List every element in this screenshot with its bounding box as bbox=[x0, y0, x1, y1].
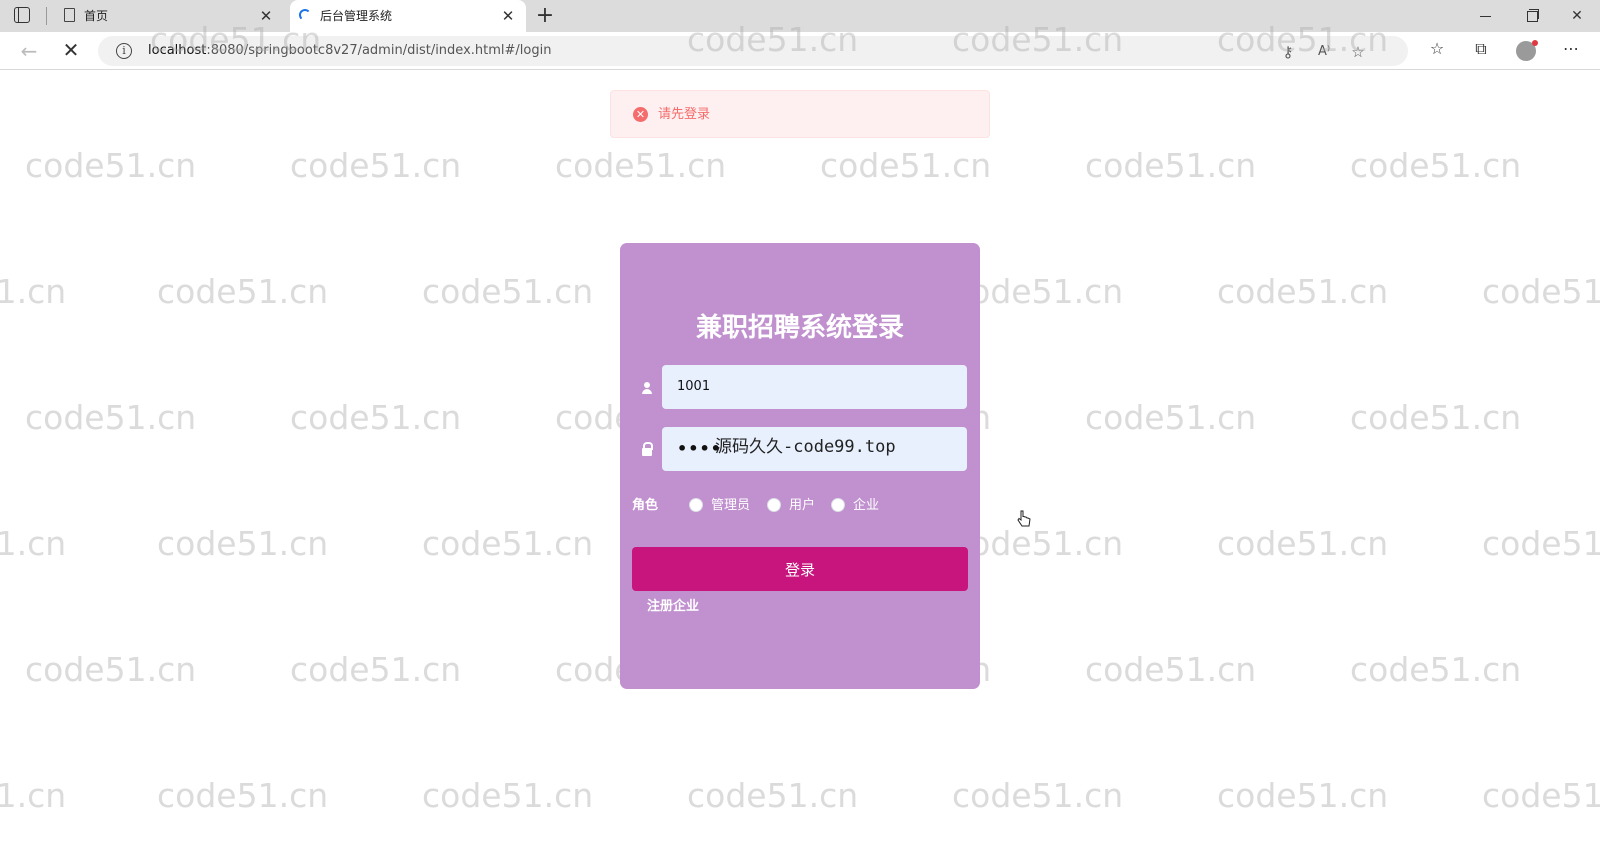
user-icon bbox=[640, 381, 654, 395]
page-icon bbox=[62, 8, 78, 24]
read-aloud-icon[interactable]: A⁾ bbox=[1314, 42, 1334, 62]
watermark: code51.cn bbox=[25, 146, 197, 185]
role-option-label[interactable]: 企业 bbox=[853, 497, 879, 515]
browser-tab-admin[interactable]: 后台管理系统 ✕ bbox=[290, 0, 526, 32]
username-input[interactable]: 1001 bbox=[662, 365, 967, 409]
watermark: code51.cn bbox=[157, 524, 329, 563]
watermark: code51.cn bbox=[25, 650, 197, 689]
watermark: code51.cn bbox=[290, 146, 462, 185]
key-icon[interactable]: ⚷ bbox=[1278, 42, 1298, 62]
loading-spinner-icon bbox=[298, 8, 314, 24]
register-company-link[interactable]: 注册企业 bbox=[647, 598, 699, 616]
favorites-icon[interactable]: ☆ bbox=[1426, 38, 1448, 60]
more-options-icon[interactable]: ⋯ bbox=[1560, 38, 1582, 60]
role-option-label[interactable]: 用户 bbox=[789, 497, 815, 515]
add-favorite-icon[interactable]: ☆ bbox=[1348, 42, 1368, 62]
watermark: code51.cn bbox=[0, 272, 67, 311]
login-button[interactable]: 登录 bbox=[632, 547, 968, 591]
watermark: code51.cn bbox=[0, 524, 67, 563]
notification-dot bbox=[1532, 40, 1538, 46]
browser-tab-strip: 首页 ✕ 后台管理系统 ✕ + ✕ bbox=[0, 0, 1600, 32]
back-arrow-icon[interactable]: ← bbox=[18, 40, 40, 62]
watermark: code51.cn bbox=[422, 776, 594, 815]
role-radio-user[interactable] bbox=[767, 498, 781, 512]
overlay-text: 源码久久-code99.top bbox=[715, 437, 896, 457]
watermark: code51.cn bbox=[1350, 146, 1522, 185]
tab-title: 后台管理系统 bbox=[320, 9, 393, 23]
watermark: code51.cn bbox=[687, 776, 859, 815]
password-input[interactable]: •••• 源码久久-code99.top bbox=[662, 427, 967, 471]
username-value: 1001 bbox=[677, 379, 711, 394]
error-message: ✕ 请先登录 bbox=[610, 90, 990, 138]
restore-icon[interactable] bbox=[1508, 0, 1554, 32]
watermark: code51.cn bbox=[422, 272, 594, 311]
watermark: code51.cn bbox=[290, 650, 462, 689]
watermark: code51.cn bbox=[1482, 524, 1600, 563]
new-tab-button[interactable]: + bbox=[534, 5, 556, 27]
login-title: 兼职招聘系统登录 bbox=[695, 313, 904, 343]
tab-actions-icon[interactable] bbox=[14, 7, 30, 23]
watermark: code51.cn bbox=[1217, 272, 1389, 311]
watermark: code51.cn bbox=[1085, 146, 1257, 185]
error-message-text: 请先登录 bbox=[658, 107, 711, 122]
role-option-label[interactable]: 管理员 bbox=[711, 497, 750, 515]
watermark: code51.cn bbox=[157, 272, 329, 311]
close-window-icon[interactable]: ✕ bbox=[1554, 0, 1600, 32]
watermark: code51.cn bbox=[1085, 650, 1257, 689]
login-card: 兼职招聘系统登录 1001 •••• 源码久久-code99.top 角色 管理… bbox=[620, 243, 980, 689]
watermark: code51.cn bbox=[290, 398, 462, 437]
role-radio-company[interactable] bbox=[831, 498, 845, 512]
hand-cursor-icon bbox=[1017, 510, 1031, 527]
close-tab-icon[interactable]: ✕ bbox=[256, 6, 276, 26]
watermark: code51.cn bbox=[1217, 524, 1389, 563]
watermark: code51.cn bbox=[952, 776, 1124, 815]
role-label: 角色 bbox=[632, 498, 659, 513]
error-circle-icon: ✕ bbox=[633, 107, 648, 122]
site-info-icon[interactable]: i bbox=[116, 43, 132, 59]
role-radio-admin[interactable] bbox=[689, 498, 703, 512]
watermark: code51.cn bbox=[422, 524, 594, 563]
browser-tab-home[interactable]: 首页 ✕ bbox=[54, 0, 284, 32]
minimize-icon[interactable] bbox=[1462, 0, 1508, 32]
watermark: code51.cn bbox=[157, 776, 329, 815]
watermark: code51.cn bbox=[1085, 398, 1257, 437]
watermark: code51.cn bbox=[1350, 650, 1522, 689]
watermark: code51.cn bbox=[555, 146, 727, 185]
collections-icon[interactable]: ⧉ bbox=[1470, 38, 1492, 60]
watermark: code51.cn bbox=[1482, 272, 1600, 311]
watermark: code51.cn bbox=[1350, 398, 1522, 437]
address-bar[interactable]: i localhost:8080/springbootc8v27/admin/d… bbox=[98, 36, 1408, 66]
watermark: code51.cn bbox=[1482, 776, 1600, 815]
browser-toolbar: ← ✕ i localhost:8080/springbootc8v27/adm… bbox=[0, 32, 1600, 70]
tab-divider bbox=[46, 7, 47, 25]
stop-loading-icon[interactable]: ✕ bbox=[60, 39, 82, 61]
watermark: code51.cn bbox=[1217, 776, 1389, 815]
close-tab-icon[interactable]: ✕ bbox=[498, 6, 518, 26]
watermark: code51.cn bbox=[820, 146, 992, 185]
url-text[interactable]: localhost:8080/springbootc8v27/admin/dis… bbox=[148, 43, 551, 59]
watermark: code51.cn bbox=[0, 776, 67, 815]
lock-icon bbox=[640, 442, 654, 456]
tab-title: 首页 bbox=[84, 9, 109, 23]
watermark: code51.cn bbox=[25, 398, 197, 437]
